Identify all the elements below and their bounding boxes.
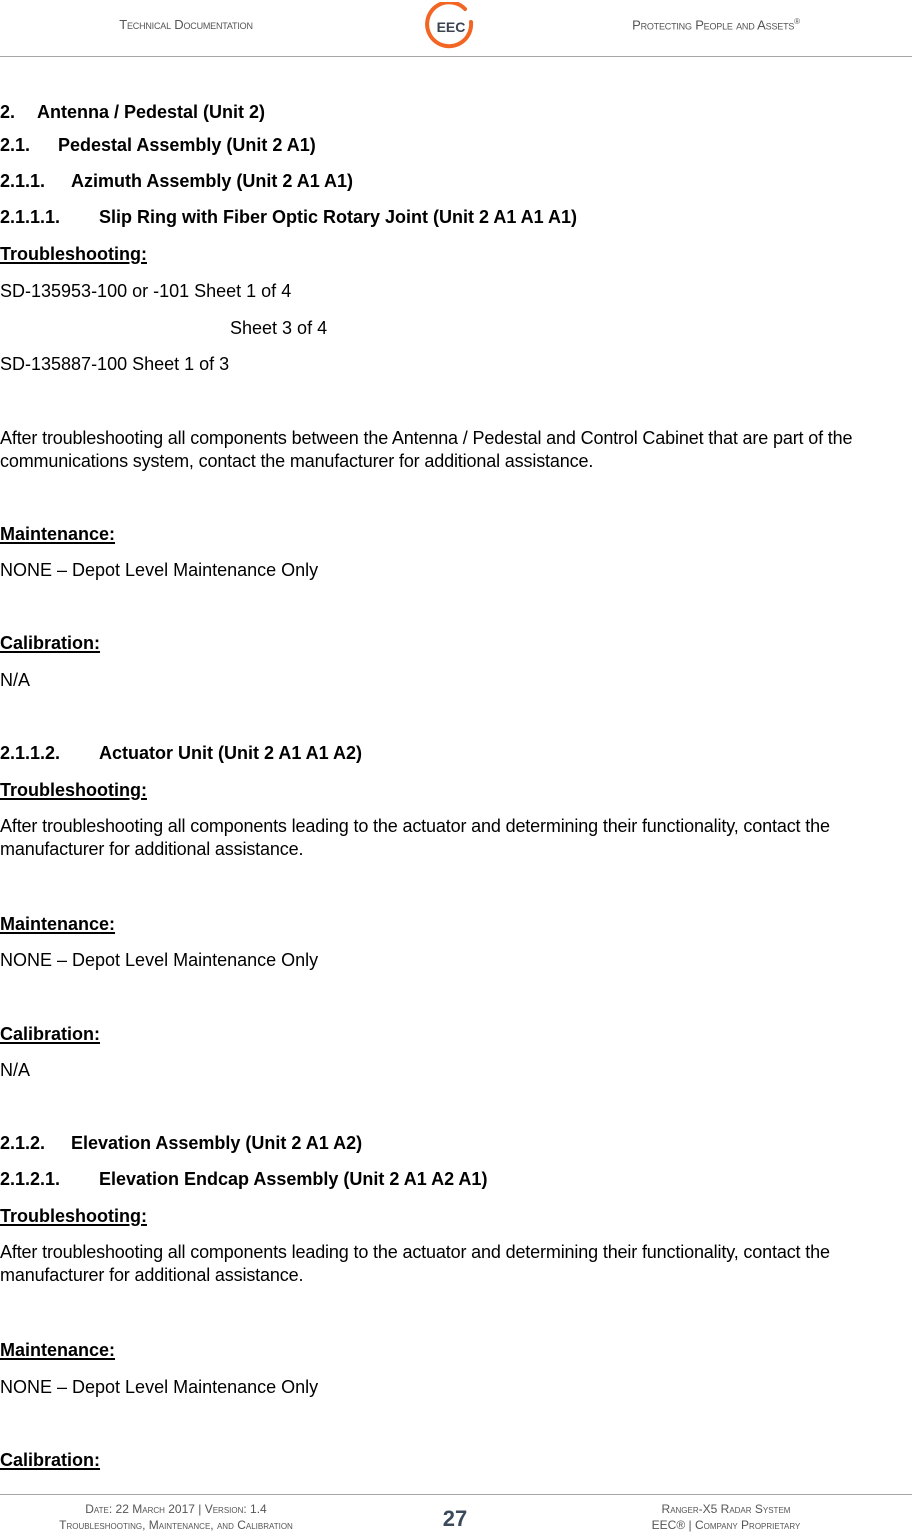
heading-title: Antenna / Pedestal (Unit 2)	[37, 102, 266, 122]
calibration-text: N/A	[0, 1060, 31, 1080]
maintenance-label: Maintenance:	[0, 524, 116, 544]
eec-logo-icon: EEC	[425, 2, 474, 49]
troubleshooting-label: Troubleshooting:	[0, 1206, 147, 1226]
heading-title: Elevation Assembly (Unit 2 A1 A2)	[71, 1133, 363, 1153]
maintenance-text: NONE – Depot Level Maintenance Only	[0, 560, 319, 580]
calibration-label: Calibration:	[0, 1024, 101, 1044]
footer-doc-title: Troubleshooting, Maintenance, and Calibr…	[59, 1518, 293, 1532]
heading-number: 2.1.1.2.	[0, 743, 61, 763]
header-divider	[0, 56, 912, 57]
troubleshooting-label: Troubleshooting:	[0, 780, 147, 800]
drawing-reference: SD-135953-100 or -101 Sheet 1 of 4	[0, 281, 292, 301]
troubleshooting-text: After troubleshooting all components bet…	[0, 428, 853, 471]
heading-number: 2.1.1.	[0, 171, 46, 191]
footer-divider	[0, 1494, 912, 1495]
heading-title: Pedestal Assembly (Unit 2 A1)	[58, 135, 316, 155]
heading-2-1-1-1: 2.1.1.1. Slip Ring with Fiber Optic Rotar…	[0, 206, 577, 228]
logo-text: EEC	[437, 19, 466, 35]
calibration-text: N/A	[0, 670, 31, 690]
page-header: Technical Documentation EEC Protecting P…	[0, 0, 912, 57]
heading-title: Actuator Unit (Unit 2 A1 A1 A2)	[99, 743, 363, 763]
troubleshooting-text: After troubleshooting all components lea…	[0, 816, 830, 859]
heading-number: 2.1.2.	[0, 1133, 46, 1153]
maintenance-label: Maintenance:	[0, 1340, 116, 1360]
footer-doc-info: Date: 22 March 2017 | Version: 1.4 Troub…	[0, 1501, 352, 1533]
footer-date-version: Date: 22 March 2017 | Version: 1.4	[85, 1502, 267, 1516]
maintenance-text: NONE – Depot Level Maintenance Only	[0, 950, 319, 970]
heading-2-1-1-2: 2.1.1.2. Actuator Unit (Unit 2 A1 A1 A2)	[0, 742, 362, 764]
registered-mark: ®	[794, 17, 800, 26]
heading-2-1-2: 2.1.2. Elevation Assembly (Unit 2 A1 A2)	[0, 1132, 362, 1154]
heading-number: 2.1.2.1.	[0, 1169, 61, 1189]
calibration-label: Calibration:	[0, 633, 101, 653]
heading-2-1-2-1: 2.1.2.1. Elevation Endcap Assembly (Unit …	[0, 1168, 487, 1190]
heading-title: Slip Ring with Fiber Optic Rotary Joint …	[99, 207, 578, 227]
footer-proprietary: EEC® | Company Proprietary	[651, 1518, 801, 1532]
maintenance-label: Maintenance:	[0, 914, 116, 934]
calibration-label: Calibration:	[0, 1450, 101, 1470]
drawing-reference: SD-135887-100 Sheet 1 of 3	[0, 354, 230, 374]
troubleshooting-label: Troubleshooting:	[0, 244, 147, 264]
heading-title: Azimuth Assembly (Unit 2 A1 A1)	[71, 171, 354, 191]
heading-2: 2. Antenna / Pedestal (Unit 2)	[0, 101, 265, 123]
page-number: 27	[442, 1506, 468, 1531]
header-doc-type: Technical Documentation	[119, 17, 253, 32]
footer-product-info: Ranger-X5 Radar System EEC® | Company Pr…	[540, 1501, 912, 1533]
heading-2-1-1: 2.1.1. Azimuth Assembly (Unit 2 A1 A1)	[0, 170, 353, 192]
tagline-text: Protecting People and Assets	[632, 17, 795, 33]
header-tagline: Protecting People and Assets®	[520, 17, 912, 32]
footer-product-name: Ranger-X5 Radar System	[661, 1502, 791, 1516]
maintenance-text: NONE – Depot Level Maintenance Only	[0, 1377, 319, 1397]
heading-number: 2.1.1.1.	[0, 207, 61, 227]
heading-title: Elevation Endcap Assembly (Unit 2 A1 A2 …	[99, 1169, 488, 1189]
heading-number: 2.1.	[0, 135, 31, 155]
drawing-reference: Sheet 3 of 4	[230, 318, 328, 338]
heading-2-1: 2.1. Pedestal Assembly (Unit 2 A1)	[0, 134, 316, 156]
heading-number: 2.	[0, 102, 16, 122]
troubleshooting-text: After troubleshooting all components lea…	[0, 1242, 830, 1285]
